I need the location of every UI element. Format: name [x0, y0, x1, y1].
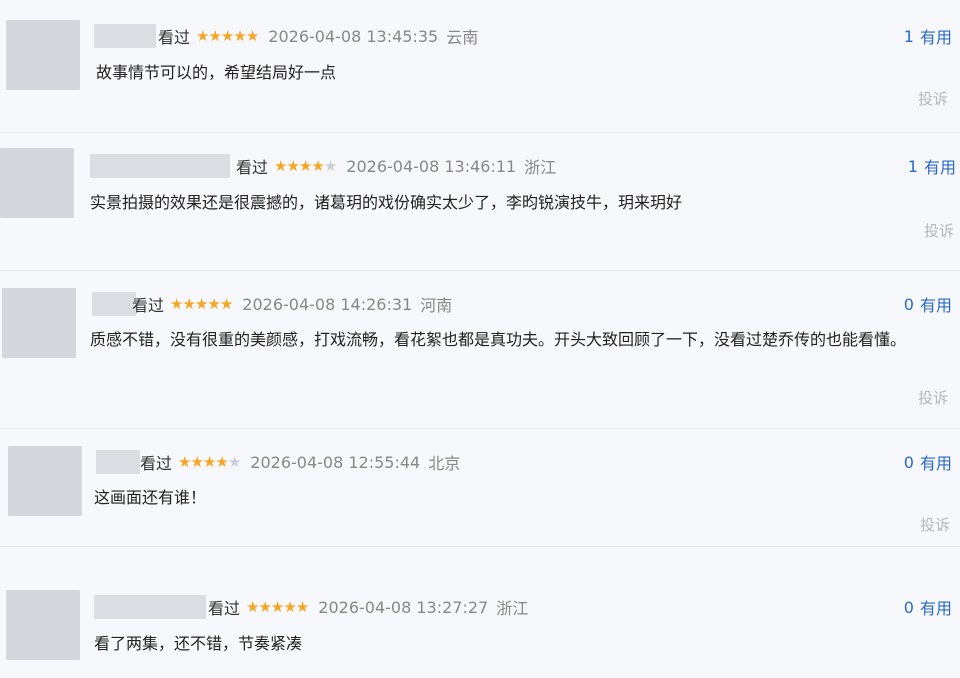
useful-button[interactable]: 0 有用	[904, 450, 952, 474]
username-redacted[interactable]	[96, 450, 140, 474]
useful-label: 有用	[919, 599, 952, 618]
star-filled-icon: ★	[194, 294, 208, 313]
avatar[interactable]	[6, 20, 80, 90]
useful-button[interactable]: 1 有用	[904, 24, 952, 48]
watched-label: 看过	[132, 296, 165, 315]
comment-location: 河南	[420, 296, 453, 315]
divider	[0, 270, 960, 271]
comment-text: 质感不错，没有很重的美颜感，打戏流畅，看花絮也都是真功夫。开头大致回顾了一下，没…	[90, 330, 907, 349]
comment-location: 浙江	[524, 158, 557, 177]
star-filled-icon: ★	[295, 597, 309, 616]
star-filled-icon: ★	[208, 26, 221, 45]
comment-text: 实景拍摄的效果还是很震撼的，诸葛玥的戏份确实太少了，李昀锐演技牛，玥来玥好	[90, 193, 683, 212]
report-link[interactable]: 投诉	[920, 514, 950, 535]
report-link[interactable]: 投诉	[918, 387, 948, 408]
username-redacted[interactable]	[92, 292, 136, 316]
divider	[0, 546, 960, 547]
star-filled-icon: ★	[202, 452, 216, 471]
star-filled-icon: ★	[283, 597, 296, 616]
useful-count: 0	[903, 452, 914, 472]
star-filled-icon: ★	[270, 597, 284, 616]
star-filled-icon: ★	[196, 26, 209, 45]
avatar[interactable]	[8, 446, 82, 516]
comment-location: 云南	[446, 28, 479, 47]
comment-time: 2026-04-08 13:46:11	[346, 156, 517, 176]
comment-time: 2026-04-08 13:27:27	[318, 597, 489, 617]
username-redacted[interactable]	[94, 595, 206, 619]
watched-label: 看过	[208, 599, 241, 618]
comment-time: 2026-04-08 14:26:31	[242, 294, 413, 314]
watched-label: 看过	[140, 454, 173, 473]
comment-text: 这画面还有谁！	[94, 488, 207, 507]
useful-count: 1	[903, 26, 914, 46]
watched-label: 看过	[236, 158, 269, 177]
divider	[0, 132, 960, 133]
rating-stars: ★ ★ ★ ★ ★	[196, 26, 259, 45]
star-filled-icon: ★	[298, 156, 312, 175]
star-filled-icon: ★	[219, 294, 233, 313]
star-filled-icon: ★	[170, 294, 183, 313]
comment-item: 看过 ★ ★ ★ ★ ★ 2026-04-08 13:45:35 云南 1 有用 故事情…	[0, 0, 960, 140]
useful-button[interactable]: 0 有用	[904, 595, 952, 619]
avatar[interactable]	[0, 148, 74, 218]
comment-text: 故事情节可以的，希望结局好一点	[96, 63, 337, 82]
star-filled-icon: ★	[286, 156, 299, 175]
divider	[0, 428, 960, 429]
useful-button[interactable]: 0 有用	[904, 292, 952, 316]
comment-list: 看过 ★ ★ ★ ★ ★ 2026-04-08 13:45:35 云南 1 有用 故事情…	[0, 0, 960, 678]
avatar[interactable]	[2, 288, 76, 358]
comment-time: 2026-04-08 13:45:35	[268, 26, 439, 46]
star-filled-icon: ★	[220, 26, 234, 45]
comment-location: 北京	[428, 454, 461, 473]
star-filled-icon: ★	[215, 452, 228, 471]
star-filled-icon: ★	[182, 294, 195, 313]
report-link[interactable]: 投诉	[918, 88, 948, 109]
useful-count: 1	[907, 156, 918, 176]
comment-text: 看了两集，还不错，节奏紧凑	[94, 634, 303, 653]
comment-meta: 看过 ★ ★ ★ ★ ★ 2026-04-08 13:27:27 浙江	[208, 595, 528, 619]
comment-meta: 看过 ★ ★ ★ ★ ★ 2026-04-08 14:26:31 河南	[132, 292, 452, 316]
useful-count: 0	[903, 597, 914, 617]
watched-label: 看过	[158, 28, 191, 47]
report-link[interactable]: 投诉	[924, 220, 954, 241]
useful-button[interactable]: 1 有用	[908, 154, 956, 178]
star-filled-icon: ★	[245, 26, 259, 45]
comment-item: 看过 ★ ★ ★ ★ ★ 2026-04-08 12:55:44 北京 0 有用 这画面…	[0, 436, 960, 556]
star-filled-icon: ★	[207, 294, 220, 313]
star-empty-icon: ★	[227, 452, 241, 471]
comment-location: 浙江	[496, 599, 529, 618]
comment-meta: 看过 ★ ★ ★ ★ ★ 2026-04-08 12:55:44 北京	[140, 450, 460, 474]
star-empty-icon: ★	[323, 156, 337, 175]
star-filled-icon: ★	[246, 597, 259, 616]
rating-stars: ★ ★ ★ ★ ★	[246, 597, 309, 616]
useful-label: 有用	[919, 28, 952, 47]
comment-item: 看过 ★ ★ ★ ★ ★ 2026-04-08 13:27:27 浙江 0 有用 看了两…	[0, 580, 960, 678]
useful-count: 0	[903, 294, 914, 314]
username-redacted[interactable]	[94, 24, 156, 48]
star-filled-icon: ★	[190, 452, 203, 471]
star-filled-icon: ★	[233, 26, 246, 45]
star-filled-icon: ★	[311, 156, 324, 175]
comment-meta: 看过 ★ ★ ★ ★ ★ 2026-04-08 13:46:11 浙江	[236, 154, 556, 178]
useful-label: 有用	[919, 296, 952, 315]
star-filled-icon: ★	[178, 452, 191, 471]
rating-stars: ★ ★ ★ ★ ★	[170, 294, 233, 313]
rating-stars: ★ ★ ★ ★ ★	[274, 156, 337, 175]
rating-stars: ★ ★ ★ ★ ★	[178, 452, 241, 471]
useful-label: 有用	[923, 158, 956, 177]
useful-label: 有用	[919, 454, 952, 473]
avatar[interactable]	[6, 590, 80, 660]
username-redacted[interactable]	[90, 154, 230, 178]
comment-item: 看过 ★ ★ ★ ★ ★ 2026-04-08 14:26:31 河南 0 有用 质感不…	[0, 280, 960, 430]
comment-time: 2026-04-08 12:55:44	[250, 452, 421, 472]
star-filled-icon: ★	[274, 156, 287, 175]
comment-item: 看过 ★ ★ ★ ★ ★ 2026-04-08 13:46:11 浙江 1 有用 实景拍…	[0, 140, 960, 280]
comment-meta: 看过 ★ ★ ★ ★ ★ 2026-04-08 13:45:35 云南	[158, 24, 478, 48]
star-filled-icon: ★	[258, 597, 271, 616]
